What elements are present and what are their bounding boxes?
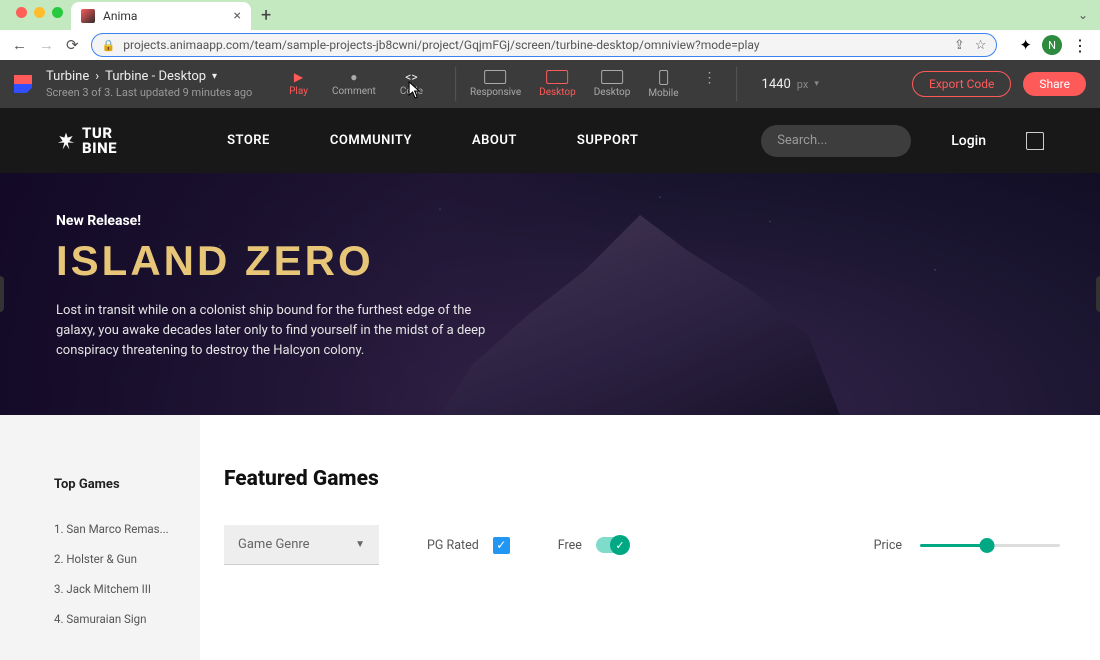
mode-switcher: ▶ Play ● Comment <> Code <box>271 71 441 97</box>
search-input[interactable]: Search... <box>761 125 911 157</box>
bookmark-icon[interactable]: ☆ <box>975 38 987 53</box>
turbine-logo-icon <box>56 131 76 151</box>
browser-chrome: Anima × + ⌄ ← → ⟳ 🔒 projects.animaapp.co… <box>0 0 1100 60</box>
lock-icon: 🔒 <box>102 39 116 52</box>
zoom-unit: px <box>797 78 809 91</box>
tabs-menu-icon[interactable]: ⌄ <box>1078 8 1088 22</box>
hero-title: ISLAND ZERO <box>56 237 1044 285</box>
device-desktop-active[interactable]: Desktop <box>539 70 576 98</box>
price-filter: Price <box>874 538 1060 553</box>
responsive-icon <box>485 70 507 84</box>
play-icon: ▶ <box>292 71 306 83</box>
free-filter: Free ✓ <box>558 537 628 553</box>
sidebar-title: Top Games <box>54 477 172 492</box>
resize-handle-right[interactable] <box>1096 276 1100 312</box>
login-link[interactable]: Login <box>951 133 986 149</box>
new-tab-button[interactable]: + <box>251 5 281 30</box>
chevron-right-icon: › <box>95 69 99 84</box>
zoom-control[interactable]: 1440 px ▾ <box>752 77 829 92</box>
fullscreen-icon[interactable] <box>1026 132 1044 150</box>
address-bar: ← → ⟳ 🔒 projects.animaapp.com/team/sampl… <box>0 30 1100 60</box>
genre-select[interactable]: Game Genre ▼ <box>224 525 379 565</box>
browser-tab[interactable]: Anima × <box>71 2 251 30</box>
extensions-icon[interactable]: ✦ <box>1019 36 1032 54</box>
filter-bar: Game Genre ▼ PG Rated ✓ Free ✓ Price <box>224 525 1060 565</box>
price-slider[interactable] <box>920 544 1060 547</box>
hero-section: New Release! ISLAND ZERO Lost in transit… <box>0 173 1100 415</box>
url-field[interactable]: 🔒 projects.animaapp.com/team/sample-proj… <box>91 33 998 57</box>
site-preview: TURBINE STORE COMMUNITY ABOUT SUPPORT Se… <box>0 108 1100 415</box>
site-nav: STORE COMMUNITY ABOUT SUPPORT <box>227 133 638 148</box>
anima-toolbar: Turbine › Turbine - Desktop ▾ Screen 3 o… <box>0 60 1100 108</box>
comment-icon: ● <box>347 71 361 83</box>
featured-games: Featured Games Game Genre ▼ PG Rated ✓ F… <box>200 415 1100 660</box>
minimize-window-icon[interactable] <box>34 7 45 18</box>
breadcrumb: Turbine › Turbine - Desktop ▾ Screen 3 o… <box>46 69 252 99</box>
free-toggle[interactable]: ✓ <box>596 537 628 553</box>
favicon-icon <box>81 9 95 23</box>
mode-play[interactable]: ▶ Play <box>289 71 308 97</box>
check-icon: ✓ <box>610 535 630 555</box>
device-switcher: Responsive Desktop Desktop Mobile ⋮ <box>470 70 723 99</box>
back-button[interactable]: ← <box>12 36 27 54</box>
code-icon: <> <box>404 71 418 83</box>
forward-button[interactable]: → <box>39 36 54 54</box>
nav-store[interactable]: STORE <box>227 133 270 148</box>
project-name[interactable]: Turbine <box>46 69 89 84</box>
hero-description: Lost in transit while on a colonist ship… <box>56 301 486 361</box>
chevron-down-icon: ▾ <box>814 79 819 89</box>
search-placeholder: Search... <box>777 133 827 148</box>
list-item[interactable]: 3. Jack Mitchem III <box>54 574 172 604</box>
share-button[interactable]: Share <box>1023 72 1086 96</box>
section-title: Featured Games <box>224 467 1060 491</box>
device-desktop[interactable]: Desktop <box>594 70 631 98</box>
pg-rated-label: PG Rated <box>427 538 479 553</box>
tab-bar: Anima × + ⌄ <box>0 0 1100 30</box>
nav-support[interactable]: SUPPORT <box>577 133 638 148</box>
mode-comment[interactable]: ● Comment <box>332 71 376 97</box>
zoom-value: 1440 <box>762 77 791 92</box>
url-text: projects.animaapp.com/team/sample-projec… <box>123 38 759 52</box>
tab-title: Anima <box>103 9 137 23</box>
close-tab-icon[interactable]: × <box>234 8 241 24</box>
device-mobile[interactable]: Mobile <box>648 70 678 99</box>
chevron-down-icon[interactable]: ▾ <box>212 71 217 82</box>
free-label: Free <box>558 538 582 553</box>
nav-about[interactable]: ABOUT <box>472 133 517 148</box>
site-logo[interactable]: TURBINE <box>56 126 117 155</box>
mobile-icon <box>659 70 668 85</box>
browser-menu-icon[interactable]: ⋮ <box>1072 36 1088 55</box>
window-controls <box>10 0 71 30</box>
export-code-button[interactable]: Export Code <box>912 71 1011 97</box>
content-section: Top Games 1. San Marco Remas... 2. Holst… <box>0 415 1100 660</box>
desktop-icon <box>601 70 623 84</box>
list-item[interactable]: 4. Samuraian Sign <box>54 604 172 634</box>
screen-status: Screen 3 of 3. Last updated 9 minutes ag… <box>46 86 252 99</box>
anima-logo-icon[interactable] <box>14 75 32 93</box>
share-page-icon[interactable]: ⇪ <box>954 38 965 53</box>
chevron-down-icon: ▼ <box>355 539 365 550</box>
reload-button[interactable]: ⟳ <box>66 36 79 54</box>
site-header: TURBINE STORE COMMUNITY ABOUT SUPPORT Se… <box>0 108 1100 173</box>
pg-rated-filter: PG Rated ✓ <box>427 537 510 554</box>
maximize-window-icon[interactable] <box>52 7 63 18</box>
device-responsive[interactable]: Responsive <box>470 70 521 98</box>
resize-handle-left[interactable] <box>0 276 4 312</box>
list-item[interactable]: 1. San Marco Remas... <box>54 514 172 544</box>
pg-rated-checkbox[interactable]: ✓ <box>493 537 510 554</box>
device-menu-icon[interactable]: ⋮ <box>697 70 723 86</box>
close-window-icon[interactable] <box>16 7 27 18</box>
screen-name[interactable]: Turbine - Desktop <box>105 69 206 84</box>
hero-badge: New Release! <box>56 213 1044 229</box>
price-label: Price <box>874 538 902 553</box>
slider-thumb[interactable] <box>980 538 995 553</box>
profile-avatar[interactable]: N <box>1042 35 1062 55</box>
top-games-sidebar: Top Games 1. San Marco Remas... 2. Holst… <box>0 415 200 660</box>
desktop-icon <box>546 70 568 84</box>
list-item[interactable]: 2. Holster & Gun <box>54 544 172 574</box>
nav-community[interactable]: COMMUNITY <box>330 133 412 148</box>
mode-code[interactable]: <> Code <box>400 71 423 97</box>
